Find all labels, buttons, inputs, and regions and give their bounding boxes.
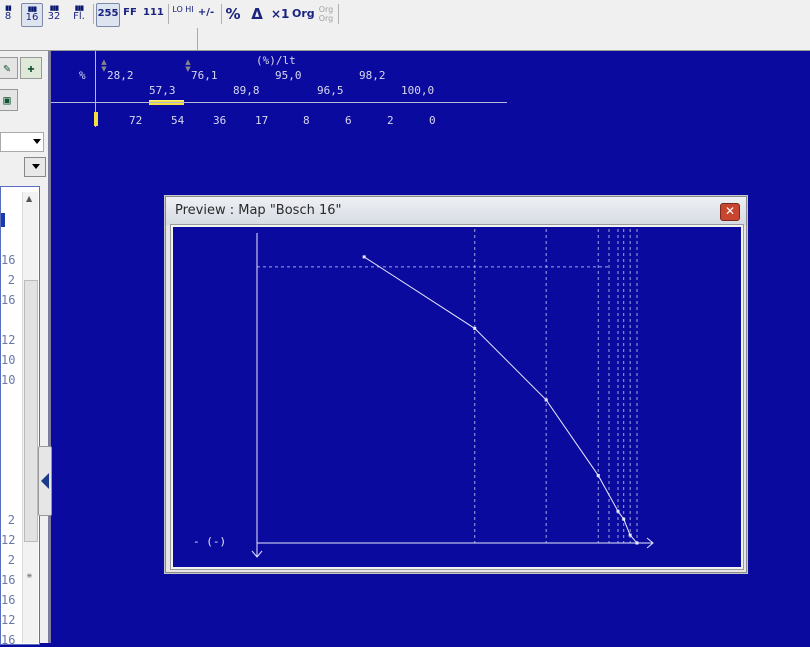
data-point — [596, 473, 600, 477]
map-value[interactable]: 72 — [129, 114, 142, 127]
16-bit-button[interactable]: ▮▮▮ 16 — [21, 3, 43, 27]
decimal-255-button[interactable]: 255 — [96, 3, 120, 27]
grip-icon: ≡ — [27, 571, 32, 580]
cursor-marker — [94, 112, 98, 126]
list-item[interactable]: 10 — [1, 373, 15, 387]
list-item[interactable]: 16 — [1, 253, 15, 267]
scroll-thumb[interactable]: ≡ — [24, 280, 38, 580]
chevron-down-icon — [33, 139, 41, 144]
axis-value[interactable]: 89,8 — [233, 84, 260, 97]
map-value[interactable]: 2 — [387, 114, 394, 127]
axis-value[interactable]: 95,0 — [275, 69, 302, 82]
preview-title: Preview : Map "Bosch 16" — [175, 203, 342, 218]
axis-value[interactable]: 96,5 — [317, 84, 344, 97]
axis-value[interactable]: 28,2 — [107, 69, 134, 82]
data-point — [635, 541, 639, 545]
list-item[interactable]: 12 — [1, 613, 15, 627]
toolbar-divider — [197, 28, 198, 50]
selector-dropdown[interactable] — [0, 132, 44, 152]
line-chart: - (-) — [193, 229, 654, 558]
list-item[interactable]: 16 — [1, 293, 15, 307]
panel-bevel — [48, 51, 51, 643]
collapse-left-icon — [41, 473, 49, 489]
list-item[interactable]: 12 — [1, 533, 15, 547]
axis-value[interactable]: 98,2 — [359, 69, 386, 82]
axis-value[interactable]: 76,1 — [191, 69, 218, 82]
toolbar-separator — [93, 4, 94, 24]
data-point — [622, 517, 626, 521]
binary-111-button[interactable]: 111 — [143, 3, 164, 25]
hex-ff-button[interactable]: FF — [122, 3, 138, 25]
list-item[interactable]: 2 — [1, 273, 15, 287]
map-value[interactable]: 36 — [213, 114, 226, 127]
data-point — [473, 326, 477, 330]
data-point — [616, 509, 620, 513]
chevron-down-icon — [32, 164, 40, 169]
list-item[interactable]: 16 — [1, 633, 15, 647]
org-button[interactable]: Org — [292, 3, 315, 25]
spin-toolbar: ▲▼ ▲▼ ▲▼ ▲▼ — [0, 28, 810, 73]
map-row-label: % — [79, 69, 86, 82]
percent-button[interactable]: % — [225, 3, 241, 25]
map-value[interactable]: 54 — [171, 114, 184, 127]
list-item[interactable]: 2 — [1, 553, 15, 567]
y-axis-label: - (-) — [193, 535, 226, 548]
chart-area: - (-) — [170, 224, 744, 570]
list-item[interactable]: 16 — [1, 573, 15, 587]
32-bit-button[interactable]: ▮▮▮ 32 — [44, 3, 64, 25]
org-org-button[interactable]: Org Org — [316, 3, 336, 27]
8-bit-button[interactable]: ▮▮ 8 — [0, 3, 16, 25]
lohi-button[interactable]: LO HI — [172, 3, 194, 27]
selection-marker — [1, 213, 5, 227]
preview-titlebar[interactable]: Preview : Map "Bosch 16" ✕ — [166, 197, 746, 225]
axis-value[interactable]: 100,0 — [401, 84, 434, 97]
chip-icon[interactable]: ✚ — [20, 57, 42, 79]
delta-button[interactable]: Δ — [249, 3, 265, 25]
list-item[interactable]: 2 — [1, 513, 15, 527]
close-button[interactable]: ✕ — [720, 203, 740, 221]
tool-icon[interactable]: ▣ — [0, 89, 18, 111]
map-value[interactable]: 8 — [303, 114, 310, 127]
sign-button[interactable]: +/- — [197, 3, 215, 25]
header-divider — [51, 102, 507, 103]
list-item[interactable]: 16 — [1, 593, 15, 607]
times-one-button[interactable]: ×1 — [271, 3, 289, 25]
map-value[interactable]: 17 — [255, 114, 268, 127]
toolbar: ▮▮ 8 ▮▮▮ 16 ▮▮▮ 32 ▮▮▮ Fl. 255 FF 111 LO… — [0, 0, 810, 29]
wand-icon[interactable]: ✎ — [0, 57, 18, 79]
toolbar-separator — [221, 4, 222, 24]
toolbar-separator — [168, 4, 169, 24]
float-button[interactable]: ▮▮▮ Fl. — [68, 3, 90, 25]
map-value[interactable]: 6 — [345, 114, 352, 127]
map-unit-label: (%)/lt — [256, 54, 296, 67]
data-point — [362, 255, 366, 259]
scroll-up-icon[interactable]: ▲ — [26, 194, 32, 203]
panel-splitter[interactable] — [38, 446, 52, 516]
list-item[interactable]: 12 — [1, 333, 15, 347]
list-item[interactable]: 10 — [1, 353, 15, 367]
data-point — [628, 533, 632, 537]
list-scrollbar[interactable]: ▲ ≡ — [22, 192, 38, 643]
series-line — [363, 256, 638, 544]
map-value[interactable]: 0 — [429, 114, 436, 127]
toolbar-separator — [338, 4, 339, 24]
axis-value[interactable]: 57,3 — [149, 84, 176, 97]
preview-window: Preview : Map "Bosch 16" ✕ - (-) — [165, 196, 747, 573]
dropdown-button[interactable] — [24, 157, 46, 177]
data-point — [544, 398, 548, 402]
